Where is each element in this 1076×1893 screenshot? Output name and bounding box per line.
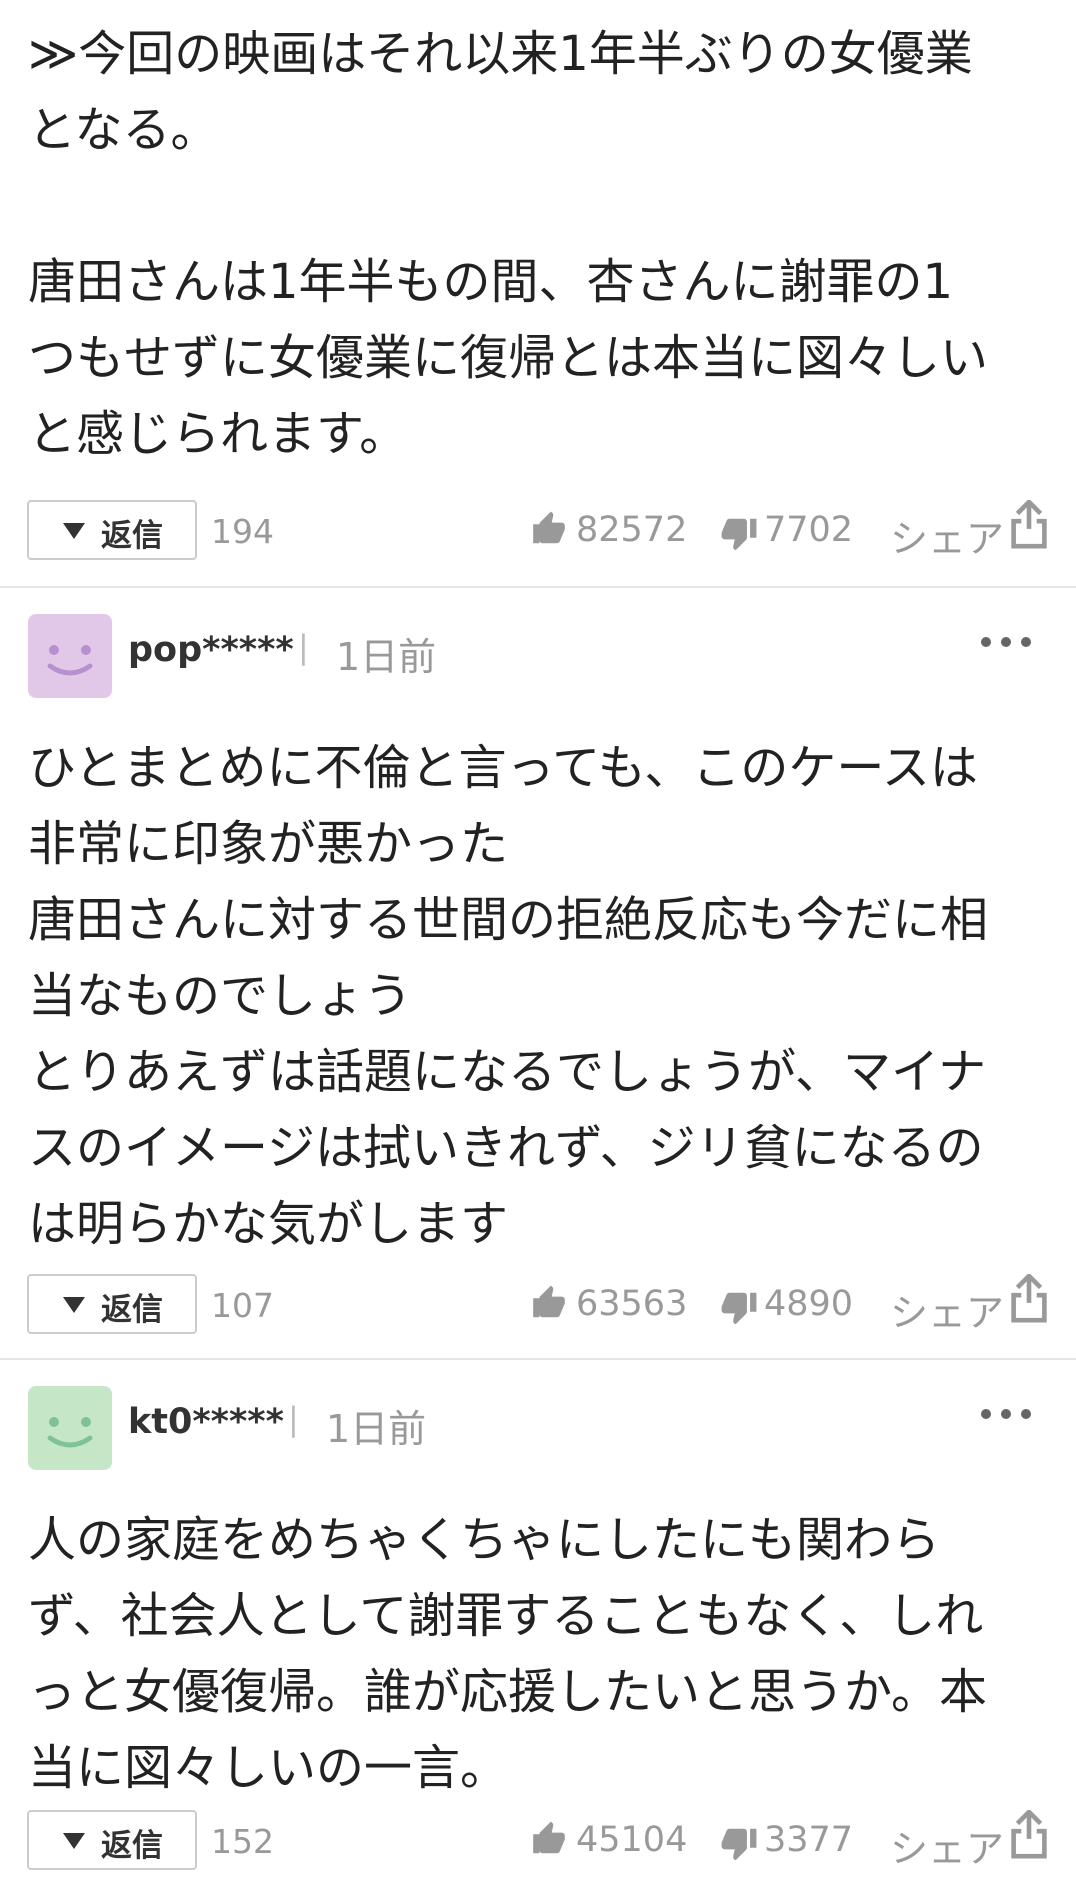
share-icon[interactable] bbox=[1009, 1274, 1049, 1324]
header-separator: | bbox=[298, 628, 309, 666]
comment-header: pop***** | 1日前 bbox=[28, 614, 1076, 698]
thumbs-up-icon[interactable] bbox=[530, 1284, 568, 1322]
thumbs-down-icon[interactable] bbox=[720, 1288, 758, 1326]
reply-button[interactable]: 返信 bbox=[27, 1274, 197, 1334]
triangle-down-icon bbox=[63, 523, 85, 539]
reply-label: 返信 bbox=[101, 1292, 163, 1328]
timestamp: 1日前 bbox=[336, 635, 437, 679]
dislike-count[interactable]: 7702 bbox=[764, 510, 853, 550]
reply-label: 返信 bbox=[101, 518, 163, 554]
username[interactable]: pop***** bbox=[128, 630, 294, 670]
smiley-icon bbox=[28, 1386, 112, 1470]
comment-actions: 返信 194 82572 7702 シェア bbox=[0, 500, 1076, 564]
share-label[interactable]: シェア bbox=[890, 508, 1004, 563]
comment-feed: ≫今回の映画はそれ以来1年半ぶりの女優業 となる。 唐田さんは1年半もの間、杏さ… bbox=[0, 0, 1076, 1893]
comment-body: ひとまとめに不倫と言っても、このケースは 非常に印象が悪かった 唐田さんに対する… bbox=[28, 740, 989, 1252]
comment-item: kt0***** | 1日前 人の家庭をめちゃくちゃにしたにも関わら ず、社会人… bbox=[0, 1360, 1076, 1893]
timestamp: 1日前 bbox=[326, 1407, 427, 1451]
username[interactable]: kt0***** bbox=[128, 1402, 284, 1442]
comment-body: ≫今回の映画はそれ以来1年半ぶりの女優業 となる。 唐田さんは1年半もの間、杏さ… bbox=[28, 26, 989, 462]
share-label[interactable]: シェア bbox=[890, 1818, 1004, 1873]
more-icon[interactable] bbox=[978, 1404, 1034, 1424]
comment-item: ≫今回の映画はそれ以来1年半ぶりの女優業 となる。 唐田さんは1年半もの間、杏さ… bbox=[0, 0, 1076, 588]
triangle-down-icon bbox=[63, 1297, 85, 1313]
reply-button[interactable]: 返信 bbox=[27, 500, 197, 560]
thumbs-up-icon[interactable] bbox=[530, 1820, 568, 1858]
smiley-icon bbox=[28, 614, 112, 698]
comment-actions: 返信 107 63563 4890 シェア bbox=[0, 1274, 1076, 1338]
dislike-count[interactable]: 4890 bbox=[764, 1284, 853, 1324]
header-separator: | bbox=[288, 1400, 299, 1438]
thumbs-down-icon[interactable] bbox=[720, 1824, 758, 1862]
reply-count: 107 bbox=[211, 1286, 274, 1325]
share-icon[interactable] bbox=[1009, 1810, 1049, 1860]
comment-actions: 返信 152 45104 3377 シェア bbox=[0, 1810, 1076, 1874]
more-icon[interactable] bbox=[978, 632, 1034, 652]
thumbs-up-icon[interactable] bbox=[530, 510, 568, 548]
comment-header: kt0***** | 1日前 bbox=[28, 1386, 1076, 1470]
reply-count: 194 bbox=[211, 512, 274, 551]
thumbs-down-icon[interactable] bbox=[720, 514, 758, 552]
comment-body: 人の家庭をめちゃくちゃにしたにも関わら ず、社会人として謝罪することもなく、しれ… bbox=[28, 1512, 988, 1796]
reply-label: 返信 bbox=[101, 1828, 163, 1864]
dislike-count[interactable]: 3377 bbox=[764, 1820, 853, 1860]
comment-item: pop***** | 1日前 ひとまとめに不倫と言っても、このケースは 非常に印… bbox=[0, 588, 1076, 1360]
avatar[interactable] bbox=[28, 1386, 112, 1470]
avatar[interactable] bbox=[28, 614, 112, 698]
reply-button[interactable]: 返信 bbox=[27, 1810, 197, 1870]
triangle-down-icon bbox=[63, 1833, 85, 1849]
like-count[interactable]: 82572 bbox=[576, 510, 687, 550]
share-label[interactable]: シェア bbox=[890, 1282, 1004, 1337]
reply-count: 152 bbox=[211, 1822, 274, 1861]
like-count[interactable]: 45104 bbox=[576, 1820, 687, 1860]
share-icon[interactable] bbox=[1009, 500, 1049, 550]
like-count[interactable]: 63563 bbox=[576, 1284, 687, 1324]
